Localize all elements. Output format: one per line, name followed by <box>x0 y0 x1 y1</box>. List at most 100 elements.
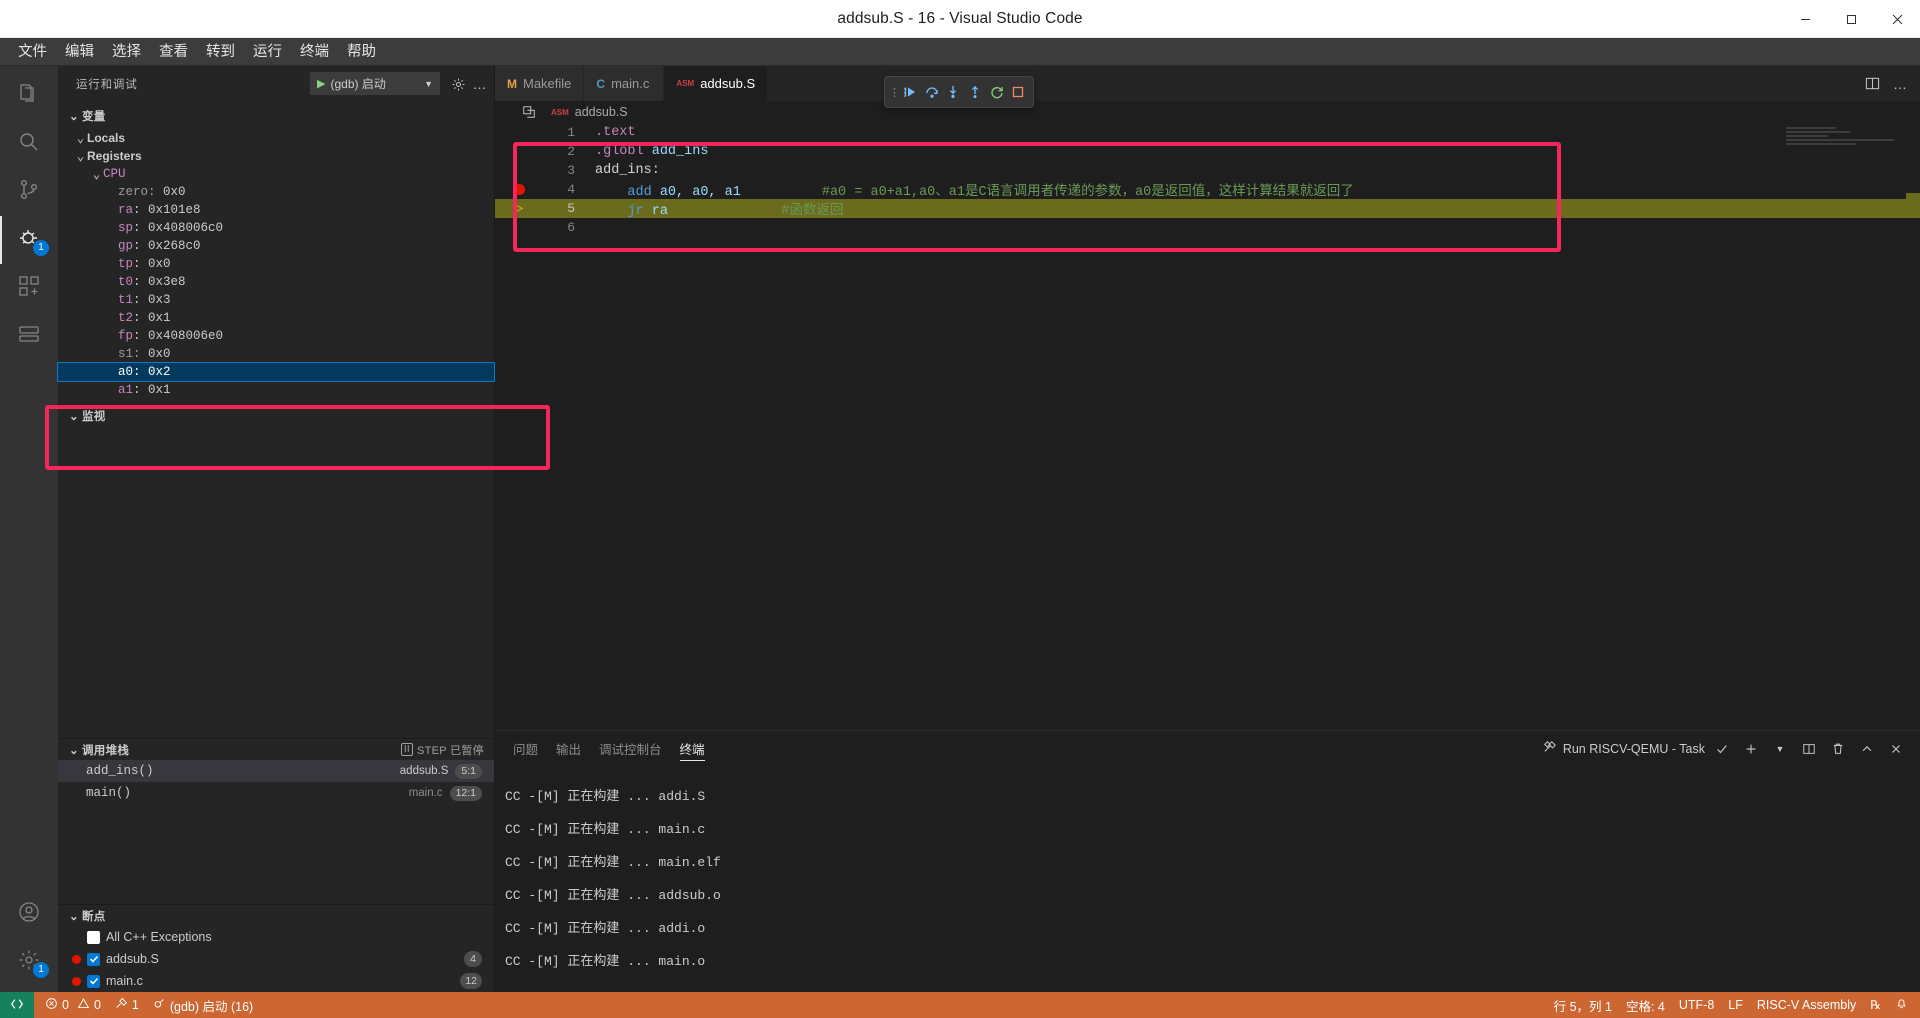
code-line-4[interactable]: 4 add a0, a0, a1 #a0 = a0+a1,a0、a1是C语言调用… <box>495 180 1920 200</box>
stop-button[interactable] <box>1007 79 1029 105</box>
activity-explorer[interactable] <box>0 72 58 120</box>
code-editor[interactable]: 1 .text 2 .globl add_ins 3 add_ins: 4 ad… <box>495 123 1920 730</box>
activity-extensions[interactable] <box>0 264 58 312</box>
tree-group-cpu[interactable]: ⌄ CPU <box>58 165 494 183</box>
register-row[interactable]: ra : 0x101e8 <box>58 201 494 219</box>
menu-item-file[interactable]: 文件 <box>10 40 55 64</box>
code-line-5-current[interactable]: ▷ 5 jr ra #函数返回 <box>495 199 1920 219</box>
menu-item-terminal[interactable]: 终端 <box>292 40 337 64</box>
register-row[interactable]: sp : 0x408006c0 <box>58 219 494 237</box>
tree-group-locals[interactable]: ⌄ Locals <box>58 129 494 147</box>
menu-item-go[interactable]: 转到 <box>198 40 243 64</box>
status-notifications[interactable] <box>1888 992 1920 1018</box>
code-line-2[interactable]: 2 .globl add_ins <box>495 142 1920 161</box>
panel-tab-output[interactable]: 输出 <box>556 731 581 766</box>
callstack-frame[interactable]: add_ins() addsub.S 5:1 <box>58 760 494 782</box>
menu-item-edit[interactable]: 编辑 <box>57 40 102 64</box>
register-row[interactable]: t1 : 0x3 <box>58 291 494 309</box>
glyph-margin[interactable] <box>495 184 543 195</box>
trash-icon[interactable] <box>1826 737 1850 761</box>
activity-accounts[interactable] <box>0 890 58 938</box>
breakpoint-glyph-icon[interactable] <box>513 184 525 195</box>
callstack-header[interactable]: ⌄ 调用堆栈 II STEP 已暂停 <box>58 738 494 760</box>
terminal-task-selector[interactable]: Run RISCV-QEMU - Task <box>1543 740 1705 757</box>
debug-more-button[interactable]: … <box>468 72 492 96</box>
editor-more-actions-button[interactable]: … <box>1888 72 1912 96</box>
breakpoint-line-badge: 4 <box>464 951 482 967</box>
menu-item-help[interactable]: 帮助 <box>339 40 384 64</box>
breakpoint-checkbox[interactable] <box>87 974 100 988</box>
panel-tab-terminal[interactable]: 终端 <box>679 731 705 766</box>
continue-button[interactable] <box>899 79 921 105</box>
tab-main-c[interactable]: C main.c <box>584 66 665 101</box>
glyph-margin[interactable]: ▷ <box>495 200 543 217</box>
register-row[interactable]: gp : 0x268c0 <box>58 237 494 255</box>
breakpoint-checkbox[interactable] <box>87 952 100 966</box>
new-terminal-button[interactable] <box>1739 737 1763 761</box>
register-row[interactable]: s1 : 0x0 <box>58 345 494 363</box>
remote-indicator[interactable] <box>0 992 34 1018</box>
menu-item-select[interactable]: 选择 <box>104 40 149 64</box>
menu-item-run[interactable]: 运行 <box>245 40 290 64</box>
register-row-a0-selected[interactable]: a0 : 0x2 <box>57 362 495 382</box>
activity-source-control[interactable] <box>0 168 58 216</box>
terminal-output[interactable]: CC -[M] 正在构建 ... addi.S CC -[M] 正在构建 ...… <box>495 766 1920 992</box>
maximize-button[interactable] <box>1828 0 1874 38</box>
status-encoding[interactable]: UTF-8 <box>1672 992 1721 1018</box>
activity-run-and-debug[interactable]: 1 <box>0 216 58 264</box>
register-row[interactable]: a1 : 0x1 <box>58 381 494 399</box>
close-icon[interactable] <box>1884 737 1908 761</box>
code-text: .globl add_ins <box>579 144 708 159</box>
breakpoint-item[interactable]: main.c 12 <box>58 970 494 992</box>
split-editor-button[interactable] <box>1860 72 1884 96</box>
breakpoint-item[interactable]: All C++ Exceptions <box>58 926 494 948</box>
panel-tab-debug-console[interactable]: 调试控制台 <box>599 731 662 766</box>
status-debug-session[interactable]: (gdb) 启动 (16) <box>146 992 260 1018</box>
minimize-button[interactable] <box>1782 0 1828 38</box>
status-cursor-position[interactable]: 行 5，列 1 <box>1547 992 1619 1018</box>
chevron-up-icon[interactable] <box>1855 737 1879 761</box>
register-row[interactable]: t2 : 0x1 <box>58 309 494 327</box>
fold-icon[interactable] <box>520 103 538 121</box>
register-row[interactable]: t0 : 0x3e8 <box>58 273 494 291</box>
step-out-button[interactable] <box>964 79 986 105</box>
variables-header[interactable]: ⌄ 变量 <box>58 105 494 127</box>
breakpoint-item[interactable]: addsub.S 4 <box>58 948 494 970</box>
code-line-6[interactable]: 6 <box>495 218 1920 237</box>
activity-search[interactable] <box>0 120 58 168</box>
callstack-frame-file: main.c <box>408 787 443 799</box>
check-icon[interactable] <box>1710 737 1734 761</box>
step-into-button[interactable] <box>942 79 964 105</box>
menu-item-view[interactable]: 查看 <box>151 40 196 64</box>
watch-header[interactable]: ⌄ 监视 <box>58 405 494 427</box>
status-problems[interactable]: 0 0 <box>38 992 108 1018</box>
launch-configuration-select[interactable]: ▶ (gdb) 启动 ▼ <box>310 72 440 95</box>
register-row[interactable]: tp : 0x0 <box>58 255 494 273</box>
split-terminal-button[interactable] <box>1797 737 1821 761</box>
code-line-1[interactable]: 1 .text <box>495 123 1920 142</box>
drag-handle-icon[interactable]: ⋮⋮ <box>889 86 910 99</box>
chevron-down-icon[interactable]: ▼ <box>1768 737 1792 761</box>
code-line-3[interactable]: 3 add_ins: <box>495 161 1920 180</box>
close-button[interactable] <box>1874 0 1920 38</box>
activity-manage[interactable]: 1 <box>0 938 58 986</box>
breakpoint-checkbox[interactable] <box>87 930 100 944</box>
status-eol[interactable]: LF <box>1721 992 1750 1018</box>
activity-remote-explorer[interactable] <box>0 312 58 360</box>
status-ports[interactable]: 1 <box>108 992 146 1018</box>
tab-addsub-s[interactable]: ASM addsub.S <box>664 66 769 101</box>
status-prettier[interactable]: ℞ <box>1863 992 1888 1018</box>
callstack-frame[interactable]: main() main.c 12:1 <box>58 782 494 804</box>
tab-makefile[interactable]: M Makefile <box>495 66 585 101</box>
register-row[interactable]: zero : 0x0 <box>58 183 494 201</box>
breadcrumb-file[interactable]: addsub.S <box>575 105 628 119</box>
status-indentation[interactable]: 空格: 4 <box>1619 992 1672 1018</box>
restart-button[interactable] <box>986 79 1008 105</box>
debug-settings-button[interactable] <box>446 72 470 96</box>
step-over-button[interactable] <box>921 79 943 105</box>
tree-group-registers[interactable]: ⌄ Registers <box>58 147 494 165</box>
status-language-mode[interactable]: RISC-V Assembly <box>1750 992 1863 1018</box>
register-row[interactable]: fp : 0x408006e0 <box>58 327 494 345</box>
breakpoints-header[interactable]: ⌄ 断点 <box>58 904 494 926</box>
panel-tab-problems[interactable]: 问题 <box>513 731 538 766</box>
